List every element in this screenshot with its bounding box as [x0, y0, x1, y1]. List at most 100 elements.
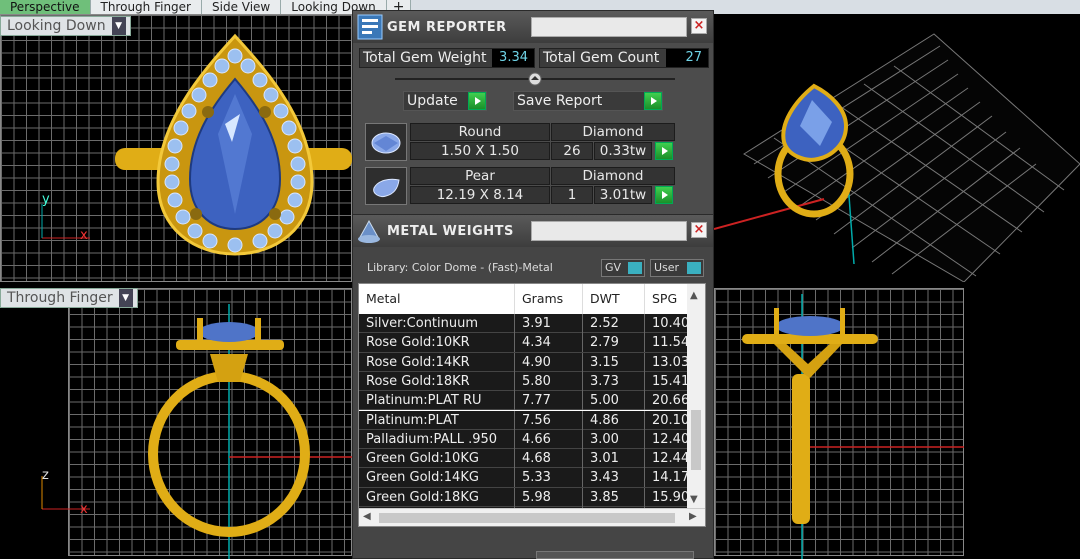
panel-title: METAL WEIGHTS: [387, 223, 514, 239]
metal-weights-titlebar[interactable]: METAL WEIGHTS ×: [353, 215, 713, 247]
axis-y-label: y: [42, 192, 50, 207]
gem-size: 12.19 X 8.14: [410, 186, 550, 204]
gem-select-icon[interactable]: [655, 186, 673, 204]
scroll-thumb[interactable]: [379, 513, 675, 523]
ring-front-view: [41, 304, 352, 559]
spg-cell: 10.40: [645, 314, 689, 333]
gem-shape: Round: [410, 123, 550, 141]
scroll-right-icon[interactable]: ▶: [689, 511, 697, 522]
spg-cell: 11.54: [645, 333, 689, 353]
panel-title: GEM REPORTER: [387, 19, 507, 35]
table-row[interactable]: Green Gold:14KG 5.33 3.43 14.17: [359, 468, 689, 488]
metal-name-cell: Rose Gold:10KR: [359, 333, 515, 353]
gem-shape: Pear: [410, 167, 550, 185]
viewport-side-view[interactable]: [714, 284, 1080, 559]
spg-cell: 15.90: [645, 487, 689, 507]
grams-cell: 3.91: [515, 314, 583, 333]
grams-cell: 5.98: [515, 487, 583, 507]
column-header-dwt[interactable]: DWT: [583, 284, 645, 314]
round-gem-icon[interactable]: [365, 123, 407, 161]
spg-cell: 14.17: [645, 468, 689, 488]
grams-cell: 5.80: [515, 371, 583, 391]
dwt-cell: 5.00: [583, 391, 645, 411]
spg-cell: 12.40: [645, 429, 689, 449]
horizontal-scrollbar[interactable]: ◀ ▶: [359, 508, 705, 526]
metal-name-cell: Rose Gold:14KR: [359, 352, 515, 372]
metal-weights-table: Metal Grams DWT SPG Silver:Continuum 3.91…: [358, 283, 706, 527]
viewport-through-finger[interactable]: Through Finger ▼ z x: [0, 284, 352, 559]
table-row[interactable]: Green Gold:10KG 4.68 3.01 12.44: [359, 449, 689, 469]
grams-cell: 4.34: [515, 333, 583, 353]
column-header-metal[interactable]: Metal: [359, 284, 515, 314]
viewport-perspective[interactable]: [714, 14, 1080, 282]
metal-name-cell: Platinum:PLAT RU: [359, 391, 515, 411]
update-button-label: Update: [407, 93, 458, 109]
metal-name-cell: Green Gold:14KG: [359, 468, 515, 488]
grams-cell: 7.56: [515, 410, 583, 430]
table-row[interactable]: Platinum:PLAT RU 7.77 5.00 20.66: [359, 391, 689, 411]
user-toggle[interactable]: User: [650, 259, 704, 277]
total-gem-weight-value: 3.34: [492, 49, 534, 67]
update-play-icon[interactable]: [468, 92, 486, 110]
gem-reporter-titlebar[interactable]: GEM REPORTER ×: [353, 11, 713, 43]
panel-footer-field[interactable]: [536, 551, 694, 559]
dwt-cell: 3.01: [583, 449, 645, 469]
toggle-icon: [687, 262, 701, 274]
spg-cell: 13.03: [645, 352, 689, 372]
grams-cell: 7.77: [515, 391, 583, 411]
scroll-thumb[interactable]: [691, 410, 701, 470]
axis-x-label: x: [80, 228, 88, 243]
panel-slider[interactable]: [395, 71, 675, 87]
gem-weight: 0.33tw: [594, 142, 652, 160]
viewport-looking-down[interactable]: Looking Down ▼ y x: [0, 14, 352, 282]
table-header: Metal Grams DWT SPG: [359, 284, 689, 314]
tab-side-view[interactable]: Side View: [202, 0, 282, 14]
gem-reporter-panel: GEM REPORTER × Total Gem Weight 3.34 Tot…: [352, 10, 714, 216]
table-row[interactable]: Rose Gold:18KR 5.80 3.73 15.41: [359, 371, 689, 392]
dwt-cell: 3.15: [583, 352, 645, 372]
gv-toggle[interactable]: GV: [601, 259, 645, 277]
column-header-spg[interactable]: SPG: [645, 284, 689, 314]
ring-perspective-view: [714, 33, 1080, 282]
grams-cell: 4.66: [515, 429, 583, 449]
spg-cell: 20.10: [645, 410, 689, 430]
axis-z-label: z: [42, 468, 49, 483]
table-row[interactable]: Rose Gold:10KR 4.34 2.79 11.54: [359, 333, 689, 353]
grams-cell: 4.68: [515, 449, 583, 469]
gem-weight: 3.01tw: [594, 186, 652, 204]
gem-size: 1.50 X 1.50: [410, 142, 550, 160]
gem-reporter-icon: [357, 14, 383, 40]
gem-select-icon[interactable]: [655, 142, 673, 160]
table-row[interactable]: Palladium:PALL .950 4.66 3.00 12.40: [359, 429, 689, 450]
tab-perspective[interactable]: Perspective: [0, 0, 91, 14]
save-report-label: Save Report: [517, 93, 603, 109]
toggle-icon: [628, 262, 642, 274]
spg-cell: 15.41: [645, 371, 689, 391]
scroll-up-icon[interactable]: ▲: [690, 290, 698, 301]
dwt-cell: 2.52: [583, 314, 645, 333]
metal-name-cell: Rose Gold:18KR: [359, 371, 515, 391]
gv-toggle-label: GV: [605, 261, 622, 274]
table-row[interactable]: Platinum:PLAT 7.56 4.86 20.10: [359, 410, 689, 430]
save-report-play-icon[interactable]: [644, 92, 662, 110]
scroll-down-icon[interactable]: ▼: [690, 494, 698, 505]
save-report-button[interactable]: Save Report: [513, 91, 663, 111]
vertical-scrollbar[interactable]: ▲ ▼: [687, 284, 705, 510]
spg-cell: 12.44: [645, 449, 689, 469]
gem-count: 26: [551, 142, 593, 160]
table-row[interactable]: Green Gold:18KG 5.98 3.85 15.90: [359, 487, 689, 507]
metal-name-cell: Green Gold:18KG: [359, 487, 515, 507]
scroll-left-icon[interactable]: ◀: [363, 511, 371, 522]
axis-x-label: x: [80, 502, 88, 517]
dwt-cell: 2.79: [583, 333, 645, 353]
close-icon[interactable]: ×: [691, 222, 707, 238]
column-header-grams[interactable]: Grams: [515, 284, 583, 314]
table-row[interactable]: Rose Gold:14KR 4.90 3.15 13.03: [359, 352, 689, 372]
total-gem-count-value: 27: [666, 49, 708, 67]
dwt-cell: 4.86: [583, 410, 645, 430]
dwt-cell: 3.85: [583, 487, 645, 507]
close-icon[interactable]: ×: [691, 18, 707, 34]
table-row[interactable]: Silver:Continuum 3.91 2.52 10.40: [359, 314, 689, 334]
pear-gem-icon[interactable]: [365, 167, 407, 205]
tab-through-finger[interactable]: Through Finger: [90, 0, 202, 14]
